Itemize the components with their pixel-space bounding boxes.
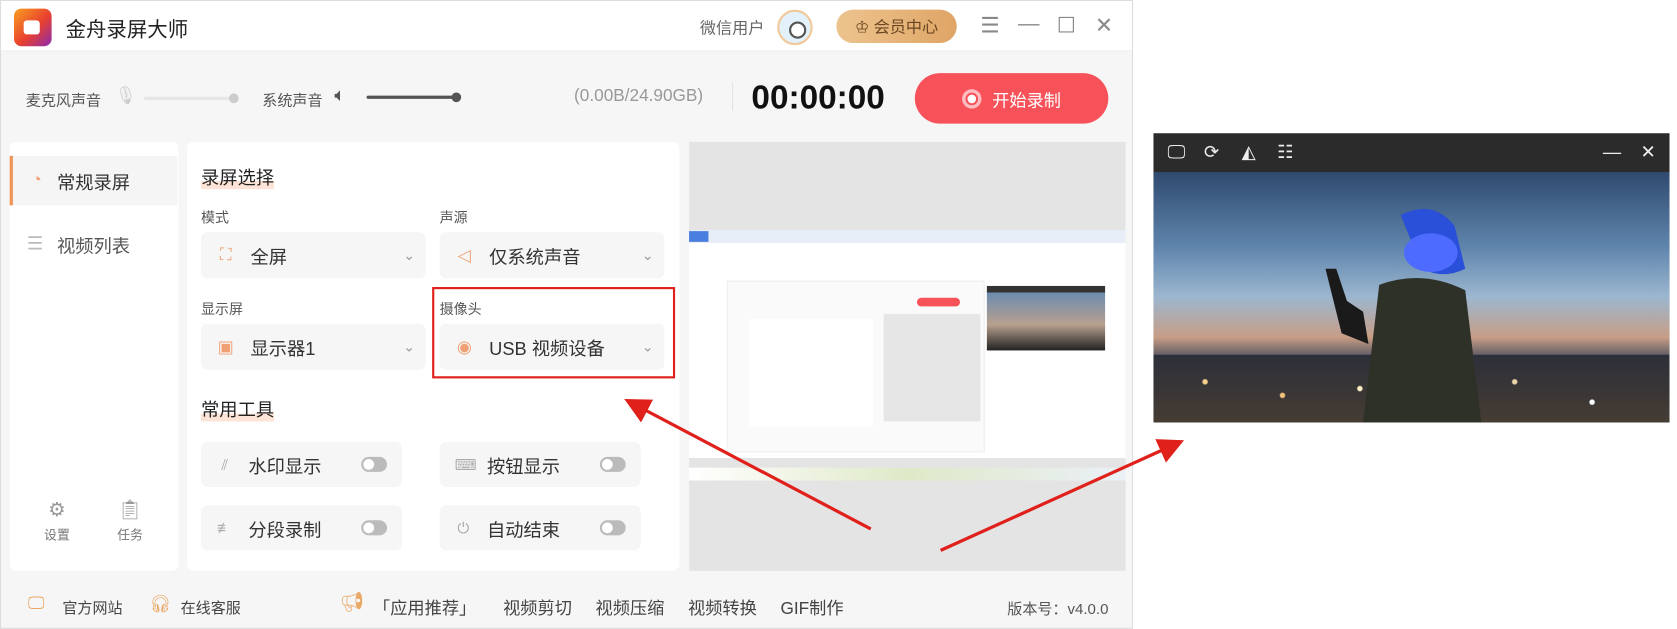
arrow-to-camera-window — [939, 439, 1185, 552]
arrow-to-camera-select — [624, 399, 872, 531]
annotation-arrows — [624, 399, 1185, 552]
